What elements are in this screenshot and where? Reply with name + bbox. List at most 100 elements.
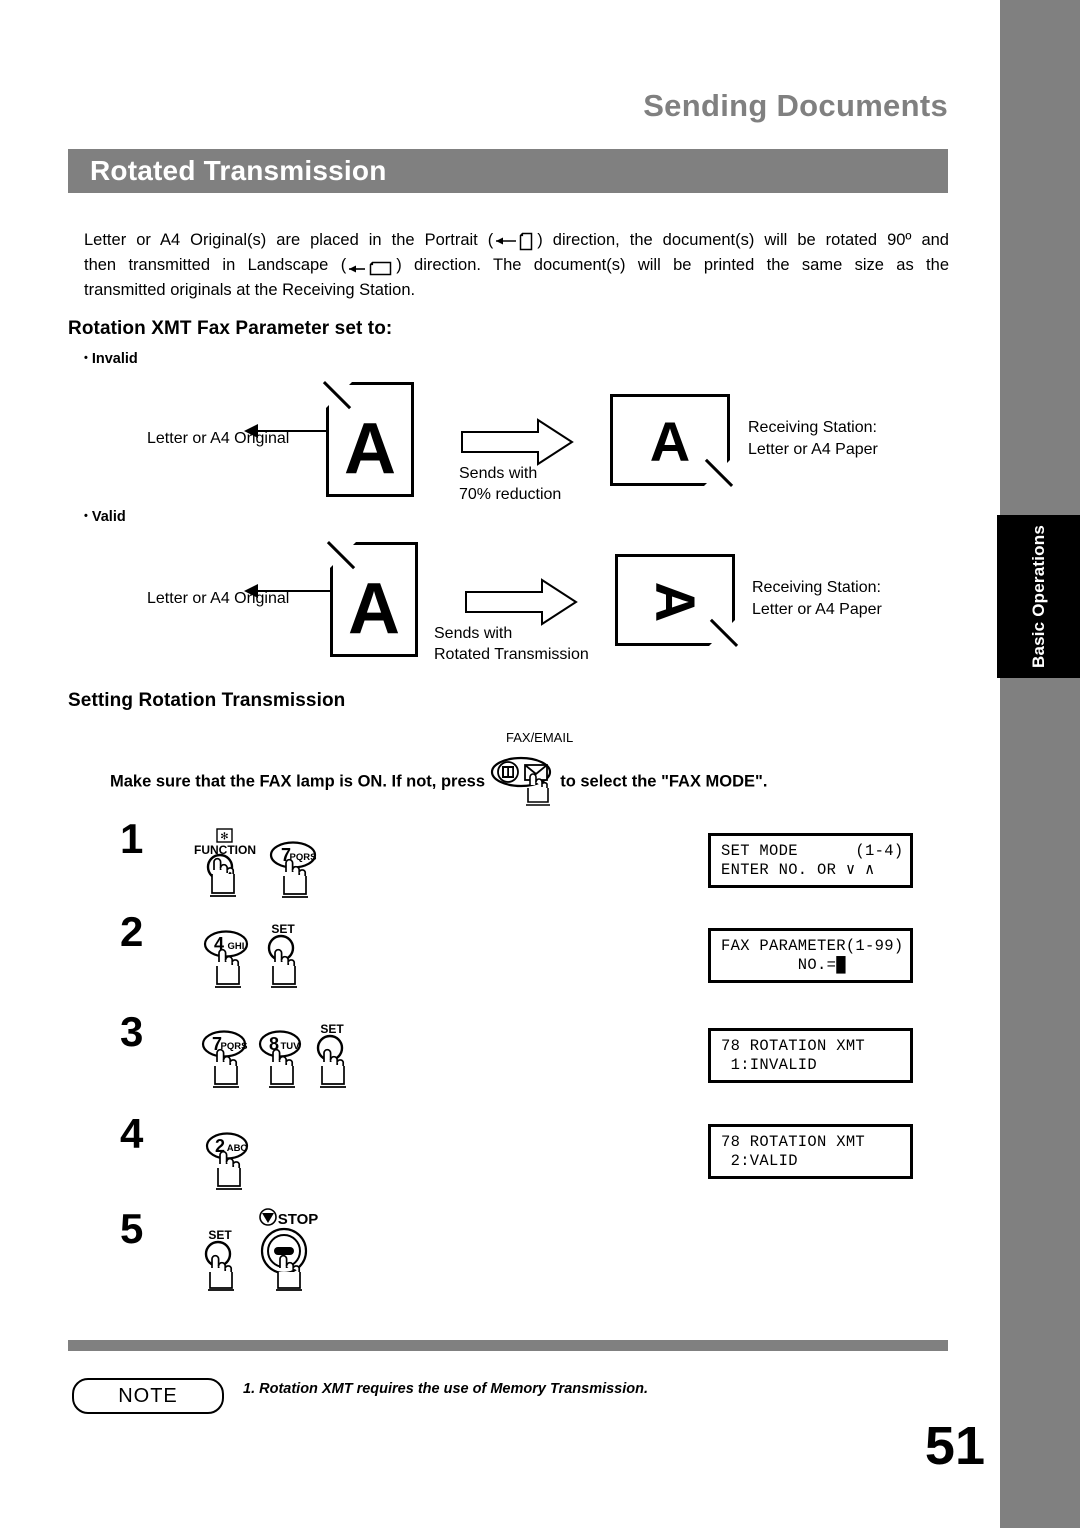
note-badge: NOTE <box>72 1378 224 1414</box>
svg-text:SET: SET <box>272 922 296 936</box>
svg-text:STOP: STOP <box>278 1211 319 1228</box>
svg-text:PQRS: PQRS <box>290 852 317 863</box>
set-key[interactable]: SET <box>308 1022 366 1092</box>
lcd-2-line-1: FAX PARAMETER(1-99) <box>721 937 904 955</box>
step-number-2: 2 <box>120 908 144 955</box>
page-edge-strip <box>1000 0 1080 1528</box>
lcd-1-line-1: SET MODE (1-4) <box>721 842 904 860</box>
received-glyph-valid: A <box>644 581 707 623</box>
transmission-arrow-icon <box>460 418 575 466</box>
svg-text:ABC: ABC <box>227 1143 248 1154</box>
numeric-key-2[interactable]: 2 ABC <box>200 1124 258 1194</box>
manual-page: Basic Operations Sending Documents Rotat… <box>0 0 1080 1528</box>
intro-line-1-text-a: Letter or A4 Original(s) are placed in t… <box>84 231 494 249</box>
svg-text:✻: ✻ <box>220 832 228 843</box>
lcd-display-step-1: SET MODE (1-4) ENTER NO. OR ∨ ∧ <box>708 833 918 893</box>
heading-rotation-xmt-parameter: Rotation XMT Fax Parameter set to: <box>68 318 393 339</box>
set-key[interactable]: SET <box>196 1205 252 1291</box>
send-label-valid-line1: Sends with <box>434 625 513 642</box>
svg-text:SET: SET <box>208 1228 232 1242</box>
intro-line-1-text-b: ) direction, the document(s) will be rot… <box>537 231 949 249</box>
numeric-key-4[interactable]: 4 GHI <box>197 922 259 996</box>
step-number-3: 3 <box>120 1008 144 1055</box>
fax-lamp-text-after: to select the "FAX MODE". <box>560 772 768 791</box>
receiving-label-invalid: Receiving Station: Letter or A4 Paper <box>748 417 878 461</box>
original-label-valid: Letter or A4 Original <box>147 590 290 607</box>
lcd-2-line-2: NO.=█ <box>721 956 846 974</box>
received-glyph-invalid: A <box>649 410 691 473</box>
received-sheet-invalid: A <box>610 394 734 487</box>
step-number-4: 4 <box>120 1110 144 1157</box>
receiving-label-valid-line2: Letter or A4 Paper <box>752 601 882 618</box>
lcd-display-step-3: 78 ROTATION XMT 1:INVALID <box>708 1028 918 1088</box>
transmission-arrow-icon <box>464 578 579 626</box>
diagram-invalid: Letter or A4 Original A Sends with 70% r… <box>0 372 1000 505</box>
svg-text:GHI: GHI <box>228 941 245 952</box>
intro-line-2: then transmitted in Landscape ( ) direct… <box>84 253 949 278</box>
bullet-valid: • Valid <box>84 509 126 525</box>
receiving-label-invalid-line2: Letter or A4 Paper <box>748 441 878 458</box>
numeric-key-7[interactable]: 7 PQRS <box>197 1022 255 1092</box>
intro-line-2-text-b: ) direction. The document(s) will be pri… <box>396 256 949 274</box>
fax-email-button-caption: FAX/EMAIL <box>506 730 574 745</box>
page-title: Rotated Transmission <box>90 155 387 186</box>
send-label-valid: Sends with Rotated Transmission <box>434 623 589 665</box>
receiving-label-invalid-line1: Receiving Station: <box>748 419 877 436</box>
lcd-display-step-4: 78 ROTATION XMT 2:VALID <box>708 1124 918 1184</box>
set-key[interactable]: SET <box>257 922 319 996</box>
send-label-valid-line2: Rotated Transmission <box>434 646 589 663</box>
receiving-label-valid-line1: Receiving Station: <box>752 579 881 596</box>
original-sheet-valid: A <box>326 541 418 657</box>
svg-text:SET: SET <box>320 1022 344 1036</box>
bullet-invalid-label: Invalid <box>91 351 138 367</box>
diagram-valid: Letter or A4 Original A Sends with Rotat… <box>0 532 1000 665</box>
portrait-page-icon <box>494 230 536 252</box>
lcd-4-line-2: 2:VALID <box>721 1152 798 1170</box>
lcd-3-line-2: 1:INVALID <box>721 1056 818 1074</box>
bullet-valid-label: Valid <box>91 509 126 525</box>
numeric-key-7[interactable]: 7 PQRS <box>262 828 332 902</box>
bullet-dot-icon: • <box>84 352 88 364</box>
numeric-key-8[interactable]: 8 TUV <box>253 1022 311 1092</box>
lcd-display-step-2: FAX PARAMETER(1-99) NO.=█ <box>708 928 918 988</box>
step-1-keys: ✻ FUNCTION 7 PQRS <box>192 828 332 902</box>
svg-text:TUV: TUV <box>281 1041 301 1052</box>
bullet-dot-icon: • <box>84 510 88 522</box>
original-glyph-valid: A <box>348 569 400 649</box>
send-label-invalid-line2: 70% reduction <box>459 486 562 503</box>
svg-text:PQRS: PQRS <box>221 1041 248 1052</box>
step-number-1: 1 <box>120 815 144 862</box>
send-label-invalid-line1: Sends with <box>459 465 538 482</box>
send-label-invalid: Sends with 70% reduction <box>459 463 561 505</box>
step-number-5: 5 <box>120 1205 144 1252</box>
step-5-keys: SET STOP <box>196 1205 328 1291</box>
step-2-keys: 4 GHI SET <box>197 922 319 996</box>
fax-lamp-text-before: Make sure that the FAX lamp is ON. If no… <box>110 772 486 791</box>
intro-line-2-text-a: then transmitted in Landscape ( <box>84 256 347 274</box>
step-4-keys: 2 ABC <box>200 1124 258 1194</box>
stop-key[interactable]: STOP <box>252 1205 328 1291</box>
lcd-1-line-2: ENTER NO. OR ∨ ∧ <box>721 861 875 879</box>
note-text: 1. Rotation XMT requires the use of Memo… <box>243 1381 649 1397</box>
intro-line-3: transmitted originals at the Receiving S… <box>84 281 416 299</box>
original-label-invalid: Letter or A4 Original <box>147 430 290 447</box>
footer-rule <box>68 1340 948 1351</box>
intro-line-1: Letter or A4 Original(s) are placed in t… <box>84 228 949 253</box>
receiving-label-valid: Receiving Station: Letter or A4 Paper <box>752 577 882 621</box>
fax-email-key-icon[interactable] <box>490 755 556 809</box>
step-3-keys: 7 PQRS 8 TUV SET <box>197 1022 366 1092</box>
section-title-band: Rotated Transmission <box>68 149 948 193</box>
function-key[interactable]: ✻ FUNCTION <box>192 828 262 902</box>
section-tab-label: Basic Operations <box>1028 524 1048 669</box>
lcd-3-line-1: 78 ROTATION XMT <box>721 1037 866 1055</box>
page-number: 51 <box>924 1416 985 1476</box>
landscape-page-icon <box>347 255 395 277</box>
original-sheet-invalid: A <box>322 381 414 497</box>
heading-setting-rotation-transmission: Setting Rotation Transmission <box>68 690 346 711</box>
received-sheet-valid: A <box>615 554 739 647</box>
intro-paragraph: Letter or A4 Original(s) are placed in t… <box>84 228 949 303</box>
original-glyph-invalid: A <box>344 409 396 489</box>
section-tab-basic-operations: Basic Operations <box>997 515 1080 678</box>
running-head: Sending Documents <box>643 88 948 123</box>
lcd-4-line-1: 78 ROTATION XMT <box>721 1133 866 1151</box>
